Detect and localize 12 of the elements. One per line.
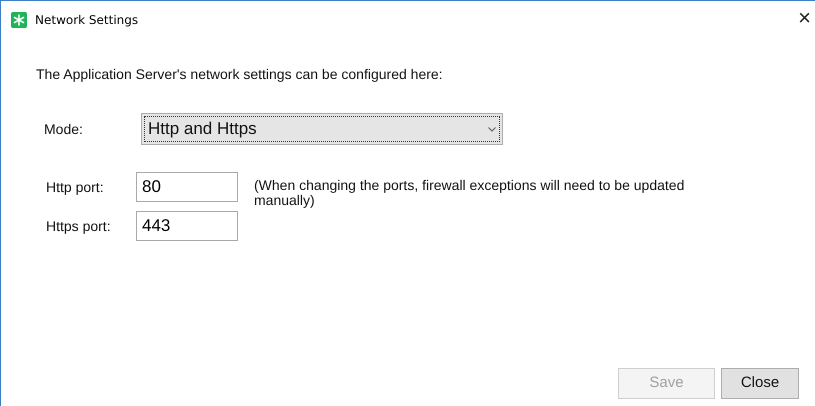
note-text: (When changing the ports, firewall exceptions will need to be updated manually) xyxy=(254,176,686,210)
port-field[interactable]: 443 xyxy=(136,211,238,241)
port-label: Http port: xyxy=(46,178,104,197)
port-label: Https port: xyxy=(46,216,111,236)
chevron-icon xyxy=(488,126,496,132)
intro-text: The Application Server's network settings can be configured here: xyxy=(36,65,444,84)
mode-dropdown[interactable]: Http and Https xyxy=(141,113,503,145)
window-title: Network Settings xyxy=(35,12,138,29)
app-icon xyxy=(11,12,27,28)
dialog-button[interactable]: Close xyxy=(721,368,799,399)
port-field[interactable]: 80 xyxy=(136,172,238,202)
mode-label: Mode: xyxy=(43,120,84,138)
